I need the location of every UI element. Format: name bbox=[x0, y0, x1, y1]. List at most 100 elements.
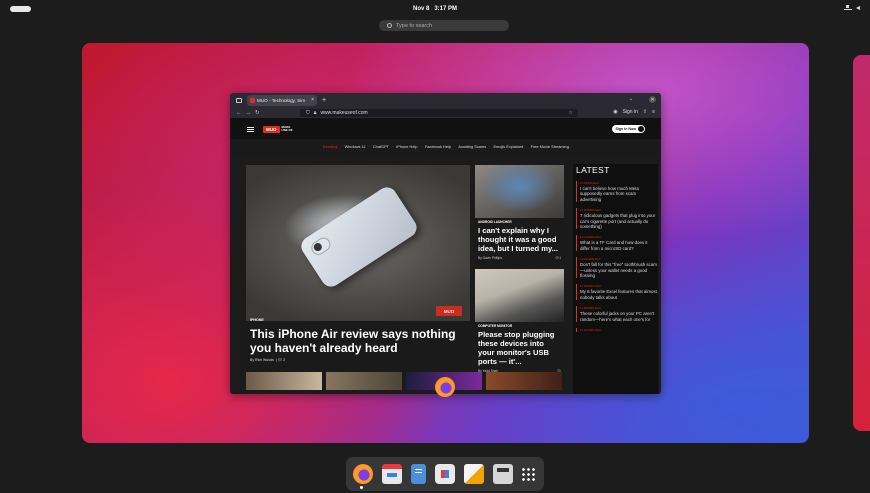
hero-category[interactable]: IPHONE bbox=[250, 318, 264, 322]
article-image[interactable] bbox=[475, 269, 564, 322]
thumbnail[interactable] bbox=[326, 372, 402, 390]
account-icon[interactable]: ◉ bbox=[613, 109, 617, 115]
trending-link[interactable]: ChatGPT bbox=[373, 144, 389, 149]
sign-in-label: Sign In Now bbox=[615, 127, 636, 131]
latest-item[interactable]: 12 HOURS AGO My 6 favorite Excel feature… bbox=[576, 284, 658, 301]
dock bbox=[346, 457, 544, 491]
latest-item[interactable]: 11 HOURS AGO What is a TF Card and how d… bbox=[576, 235, 658, 252]
browser-tab[interactable]: MUO - Technology, Sim × bbox=[247, 94, 317, 106]
files-icon[interactable] bbox=[411, 464, 427, 484]
firefox-window-icon bbox=[435, 377, 455, 397]
toolbar-right: ◉ Sign in ⇧ ≡ bbox=[613, 109, 655, 115]
reload-icon[interactable]: ↻ bbox=[255, 110, 260, 116]
close-window-icon[interactable]: ✕ bbox=[649, 96, 656, 103]
tab-title: MUO - Technology, Sim bbox=[257, 97, 306, 103]
trending-link[interactable]: Facebook Help bbox=[425, 144, 451, 149]
latest-sidebar: LATEST 9 HOURS AGO I can't believe how m… bbox=[573, 164, 658, 394]
hero-byline: By Rich Woods | 💬︎ 2 bbox=[250, 358, 286, 362]
firefox-window[interactable]: MUO - Technology, Sim × + ⌄ ✕ ← → ↻ ⛉ 🔒︎… bbox=[230, 93, 661, 394]
tab-overview-icon[interactable] bbox=[236, 97, 242, 103]
latest-title[interactable]: These colorful jacks on your PC aren't r… bbox=[580, 311, 658, 322]
phone-image bbox=[297, 183, 421, 291]
user-avatar-icon bbox=[638, 126, 644, 132]
side-article[interactable]: COMPUTER MONITOR Please stop plugging th… bbox=[475, 269, 564, 373]
sign-in-link[interactable]: Sign in bbox=[623, 109, 638, 115]
hero-article[interactable]: MUO IPHONE This iPhone Air review says n… bbox=[246, 165, 470, 371]
hero-image[interactable] bbox=[246, 165, 470, 321]
site-header: MUO MAKE USE OF Sign In Now bbox=[230, 119, 661, 139]
url-bar[interactable]: ⛉ 🔒︎ www.makeuseof.com ☆ bbox=[300, 109, 578, 117]
article-comments: 1 bbox=[559, 256, 561, 260]
watermark: MUO bbox=[436, 306, 462, 316]
forward-icon[interactable]: → bbox=[246, 110, 252, 116]
thumbnail[interactable] bbox=[246, 372, 322, 390]
extensions-icon[interactable]: ⇧ bbox=[643, 109, 647, 115]
logo-text: MAKE USE OF bbox=[281, 125, 293, 132]
article-category[interactable]: COMPUTER MONITOR bbox=[478, 324, 561, 328]
latest-time: 14 HOURS AGO bbox=[580, 328, 601, 333]
latest-item[interactable]: 14 HOURS AGO bbox=[576, 328, 658, 333]
clock[interactable]: Nov 8 3:17 PM bbox=[413, 6, 457, 12]
trending-label: Trending bbox=[322, 144, 338, 149]
article-title[interactable]: I can't explain why I thought it was a g… bbox=[478, 226, 561, 253]
system-tray[interactable] bbox=[844, 5, 864, 12]
comment-icon: 💬︎ bbox=[277, 358, 283, 362]
software-icon[interactable] bbox=[434, 464, 455, 484]
latest-time: 9 HOURS AGO bbox=[580, 181, 600, 185]
trending-link[interactable]: Free Movie Streaming bbox=[531, 144, 569, 149]
article-image[interactable] bbox=[475, 165, 564, 218]
calendar-icon[interactable] bbox=[382, 464, 403, 484]
next-workspace-thumbnail[interactable] bbox=[853, 55, 870, 431]
article-category[interactable]: ANDROID LAUNCHER bbox=[478, 220, 561, 224]
latest-title[interactable]: 7 ridiculous gadgets that plug into your… bbox=[580, 213, 658, 229]
latest-title[interactable]: Don't fall for this "free" toothbrush sc… bbox=[580, 262, 658, 278]
latest-time: 13 HOURS AGO bbox=[580, 306, 601, 311]
logo-mark: MUO bbox=[263, 125, 280, 133]
thumbnail[interactable] bbox=[486, 372, 562, 390]
tab-bar: MUO - Technology, Sim × + ⌄ ✕ bbox=[230, 93, 661, 107]
trending-link[interactable]: Windows 11 bbox=[345, 144, 366, 149]
bookmark-star-icon[interactable]: ☆ bbox=[569, 110, 573, 116]
clock-time: 3:17 PM bbox=[434, 6, 458, 12]
site-logo[interactable]: MUO MAKE USE OF bbox=[263, 125, 294, 133]
text-editor-icon[interactable] bbox=[463, 464, 484, 484]
article-byline: By Gavin Phillips 💬︎1 bbox=[478, 256, 561, 260]
latest-time: 11 HOURS AGO bbox=[580, 257, 601, 262]
volume-icon bbox=[856, 5, 864, 12]
search-icon bbox=[387, 23, 392, 28]
latest-title[interactable]: I can't believe how much Meta supposedly… bbox=[580, 186, 658, 202]
close-tab-icon[interactable]: × bbox=[311, 97, 314, 103]
trending-link[interactable]: iPhone Help bbox=[396, 144, 417, 149]
search-placeholder: Type to search bbox=[396, 22, 433, 29]
hamburger-menu-icon[interactable] bbox=[247, 126, 254, 132]
top-bar: Nov 8 3:17 PM bbox=[0, 0, 870, 18]
latest-item[interactable]: 11 HOURS AGO Don't fall for this "free" … bbox=[576, 257, 658, 279]
back-icon[interactable]: ← bbox=[236, 110, 242, 116]
latest-title[interactable]: What is a TF Card and how does it differ… bbox=[580, 240, 658, 251]
menu-icon[interactable]: ≡ bbox=[652, 109, 655, 115]
activities-indicator[interactable] bbox=[10, 6, 31, 12]
article-title[interactable]: Please stop plugging these devices into … bbox=[478, 330, 561, 366]
article-author[interactable]: By Gavin Phillips bbox=[478, 256, 502, 260]
hero-title[interactable]: This iPhone Air review says nothing you … bbox=[250, 327, 470, 355]
desktop-overview: Nov 8 3:17 PM Type to search MUO - Techn… bbox=[0, 0, 870, 493]
latest-item[interactable]: 10 HOURS AGO 7 ridiculous gadgets that p… bbox=[576, 208, 658, 230]
trending-link[interactable]: Avoiding Scams bbox=[458, 144, 486, 149]
calculator-icon[interactable] bbox=[492, 464, 513, 484]
network-icon bbox=[844, 5, 852, 12]
latest-title[interactable]: My 6 favorite Excel features that almost… bbox=[580, 289, 658, 300]
firefox-icon[interactable] bbox=[353, 464, 374, 484]
latest-time: 10 HOURS AGO bbox=[580, 208, 601, 213]
latest-item[interactable]: 9 HOURS AGO I can't believe how much Met… bbox=[576, 181, 658, 203]
side-article[interactable]: ANDROID LAUNCHER I can't explain why I t… bbox=[475, 165, 564, 266]
sign-in-button[interactable]: Sign In Now bbox=[612, 125, 645, 133]
app-grid-icon[interactable] bbox=[521, 466, 537, 482]
trending-link[interactable]: Emojis Explained bbox=[493, 144, 523, 149]
search-input[interactable]: Type to search bbox=[379, 20, 509, 31]
hero-author[interactable]: By Rich Woods bbox=[250, 358, 274, 362]
new-tab-icon[interactable]: + bbox=[322, 97, 326, 104]
trending-bar: Trending · Windows 11 · ChatGPT · iPhone H… bbox=[230, 139, 661, 154]
chevron-down-icon[interactable]: ⌄ bbox=[629, 96, 633, 102]
latest-item[interactable]: 13 HOURS AGO These colorful jacks on you… bbox=[576, 306, 658, 323]
latest-time: 12 HOURS AGO bbox=[580, 284, 601, 289]
